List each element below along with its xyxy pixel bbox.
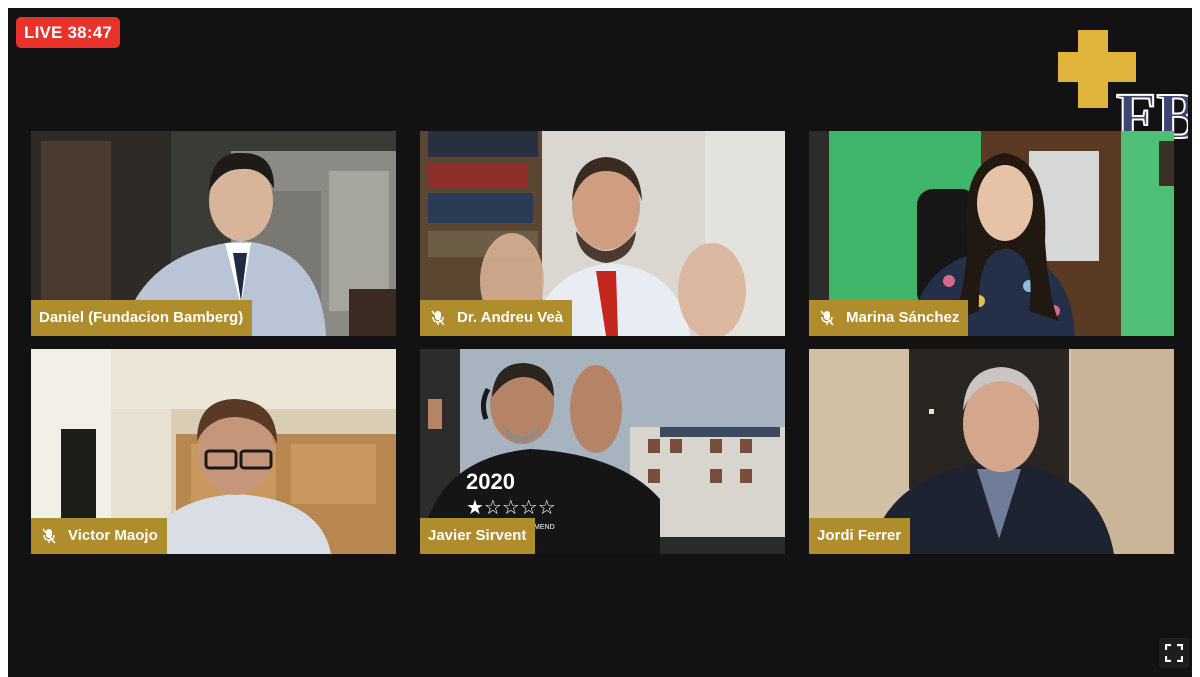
brand-logo: FB	[1058, 30, 1192, 154]
fullscreen-button[interactable]	[1159, 638, 1189, 668]
participant-name: Marina Sánchez	[846, 309, 960, 326]
video-tile-victor[interactable]: Victor Maojo	[31, 349, 396, 554]
name-tag: Javier Sirvent	[420, 518, 536, 554]
shirt-stars: ★☆☆☆☆	[466, 495, 556, 519]
name-tag: Jordi Ferrer	[809, 518, 911, 554]
participant-name: Daniel (Fundacion Bamberg)	[39, 309, 244, 326]
cross-logo-icon: FB	[1058, 30, 1192, 154]
video-tile-daniel[interactable]: Daniel (Fundacion Bamberg)	[31, 131, 396, 336]
fullscreen-icon	[1165, 644, 1183, 662]
participant-name: Dr. Andreu Veà	[457, 309, 564, 326]
name-tag: Marina Sánchez	[809, 300, 969, 336]
name-tag: Daniel (Fundacion Bamberg)	[31, 300, 253, 336]
mic-off-icon	[42, 528, 56, 544]
participant-name: Javier Sirvent	[428, 527, 527, 544]
participant-name: Jordi Ferrer	[817, 527, 902, 544]
live-label: LIVE	[24, 23, 63, 42]
live-timer: 38:47	[67, 23, 113, 42]
mic-off-icon	[820, 310, 834, 326]
shirt-year-text: 2020	[466, 469, 515, 494]
name-tag: Dr. Andreu Veà	[420, 300, 573, 336]
live-badge: LIVE 38:47	[16, 17, 121, 48]
video-tile-andreu[interactable]: Dr. Andreu Veà	[420, 131, 785, 336]
video-tile-jordi[interactable]: Jordi Ferrer	[809, 349, 1174, 554]
meeting-stage: LIVE 38:47 FB Daniel (Fundacion Bamberg)	[8, 8, 1192, 677]
participant-name: Victor Maojo	[68, 527, 158, 544]
video-tile-marina[interactable]: Marina Sánchez	[809, 131, 1174, 336]
mic-off-icon	[431, 310, 445, 326]
video-tile-javier[interactable]: 2020 ★☆☆☆☆ RECOMMEND Javier Sirvent	[420, 349, 785, 554]
name-tag: Victor Maojo	[31, 518, 167, 554]
